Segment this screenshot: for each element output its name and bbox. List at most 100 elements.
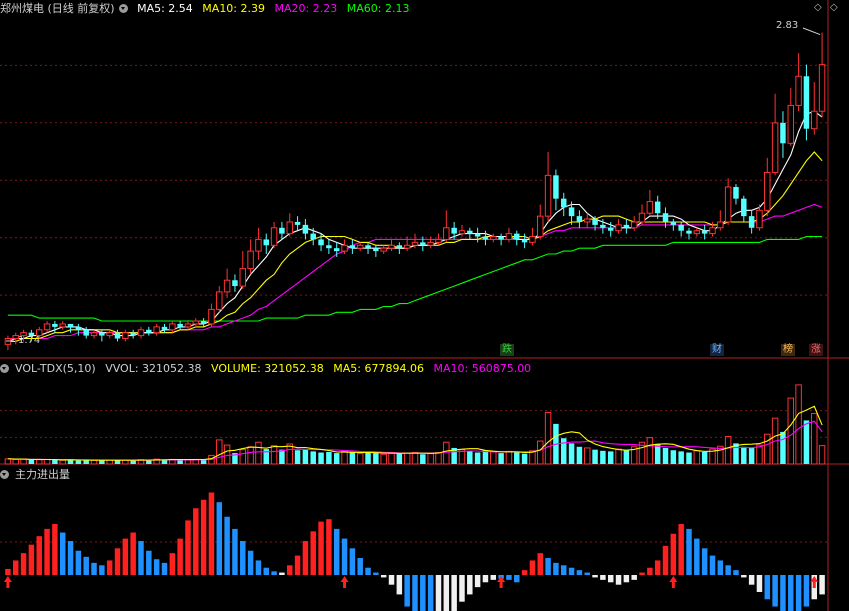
candle-body: [803, 76, 810, 129]
candle-body: [780, 122, 786, 144]
ma5-line: [7, 110, 823, 342]
volume-bar: [498, 453, 504, 464]
candle-body: [75, 326, 82, 330]
stock-chart[interactable]: [0, 0, 849, 611]
candle-body: [310, 233, 316, 240]
candle-body: [498, 236, 504, 240]
volume-bar: [403, 452, 411, 465]
flow-bar: [59, 532, 66, 575]
volume-bar: [544, 411, 552, 465]
flow-bar: [756, 575, 763, 592]
candle-body: [724, 186, 732, 223]
candle-body: [553, 175, 559, 199]
flow-bar: [177, 538, 183, 575]
volume-bar: [302, 449, 309, 464]
volume-bar: [28, 459, 35, 464]
flow-bar: [161, 562, 168, 575]
flow-bar: [130, 532, 136, 575]
candle-body: [137, 329, 145, 337]
flow-bar: [279, 572, 285, 575]
flow-bar: [443, 575, 450, 611]
candle-body: [451, 227, 457, 234]
flow-bar: [216, 502, 223, 575]
flow-bar: [506, 575, 512, 580]
volume-bar: [443, 441, 450, 465]
candle-body: [458, 230, 466, 235]
volume-bar: [35, 459, 43, 465]
volume-bar: [780, 431, 786, 464]
volume-bar: [20, 458, 27, 465]
flow-bar: [529, 560, 536, 575]
buy-signal-arrow: [810, 576, 819, 588]
candle-body: [701, 230, 708, 234]
ma60-line: [7, 235, 823, 322]
flow-bar: [561, 565, 567, 575]
volume-bar: [678, 451, 684, 464]
flow-bar: [420, 575, 426, 611]
flow-bar: [333, 528, 340, 575]
volume-bar: [686, 452, 692, 464]
candle-body: [216, 291, 223, 310]
flow-bar: [294, 555, 301, 575]
candle-body: [521, 239, 528, 243]
candle-body: [255, 238, 262, 252]
candle-body: [396, 245, 403, 249]
candle-body: [717, 221, 724, 229]
volume-bar: [365, 452, 371, 464]
candle-body: [192, 320, 200, 325]
flow-bar: [106, 560, 113, 575]
flow-bar: [412, 575, 418, 611]
volume-bar: [349, 452, 356, 464]
buy-signal-arrow: [3, 576, 12, 588]
candle-body: [420, 242, 426, 246]
candle-body: [12, 335, 19, 340]
candle-body: [678, 224, 684, 231]
volume-bar: [420, 454, 426, 464]
flow-bar: [114, 548, 121, 575]
volume-bar: [427, 453, 434, 465]
flow-bar: [490, 575, 497, 580]
flow-bar: [748, 575, 755, 585]
volume-bar: [537, 440, 544, 465]
candle-body: [318, 239, 324, 246]
volume-bar: [4, 458, 12, 465]
flow-bar: [5, 568, 11, 575]
candle-body: [99, 332, 105, 336]
volume-bar: [615, 448, 622, 465]
volume-bar: [764, 433, 771, 465]
volume-bar: [90, 459, 98, 465]
high-arrow: [802, 27, 821, 36]
volume-bar: [467, 451, 473, 464]
candle-body: [623, 224, 630, 228]
flow-bar: [819, 575, 825, 595]
volume-bar: [52, 459, 58, 464]
volume-bar: [756, 444, 763, 465]
flow-bar: [52, 524, 58, 575]
volume-bar: [341, 450, 348, 465]
volume-bar: [216, 439, 223, 465]
flow-bar: [654, 560, 661, 575]
volume-bar: [670, 450, 677, 464]
flow-bar: [20, 553, 27, 575]
volume-bar: [59, 459, 66, 465]
volume-bar: [623, 450, 630, 464]
candle-body: [114, 332, 121, 339]
flow-bar: [639, 572, 645, 575]
flow-bar: [709, 555, 716, 575]
volume-bar: [654, 443, 661, 464]
volume-bar: [693, 450, 701, 465]
volume-bar: [741, 446, 747, 464]
volume-bar: [326, 451, 332, 464]
candle-body: [177, 323, 183, 327]
volume-bar: [247, 446, 254, 465]
volume-bar: [600, 450, 606, 464]
flow-bar: [318, 521, 324, 575]
candle-body: [208, 308, 215, 325]
flow-bar: [44, 528, 50, 575]
volume-bar: [333, 453, 340, 464]
flow-bar: [169, 553, 176, 575]
flow-bar: [514, 575, 520, 583]
flow-bar: [467, 575, 473, 595]
candle-body: [818, 64, 826, 112]
volume-bar: [380, 453, 387, 465]
